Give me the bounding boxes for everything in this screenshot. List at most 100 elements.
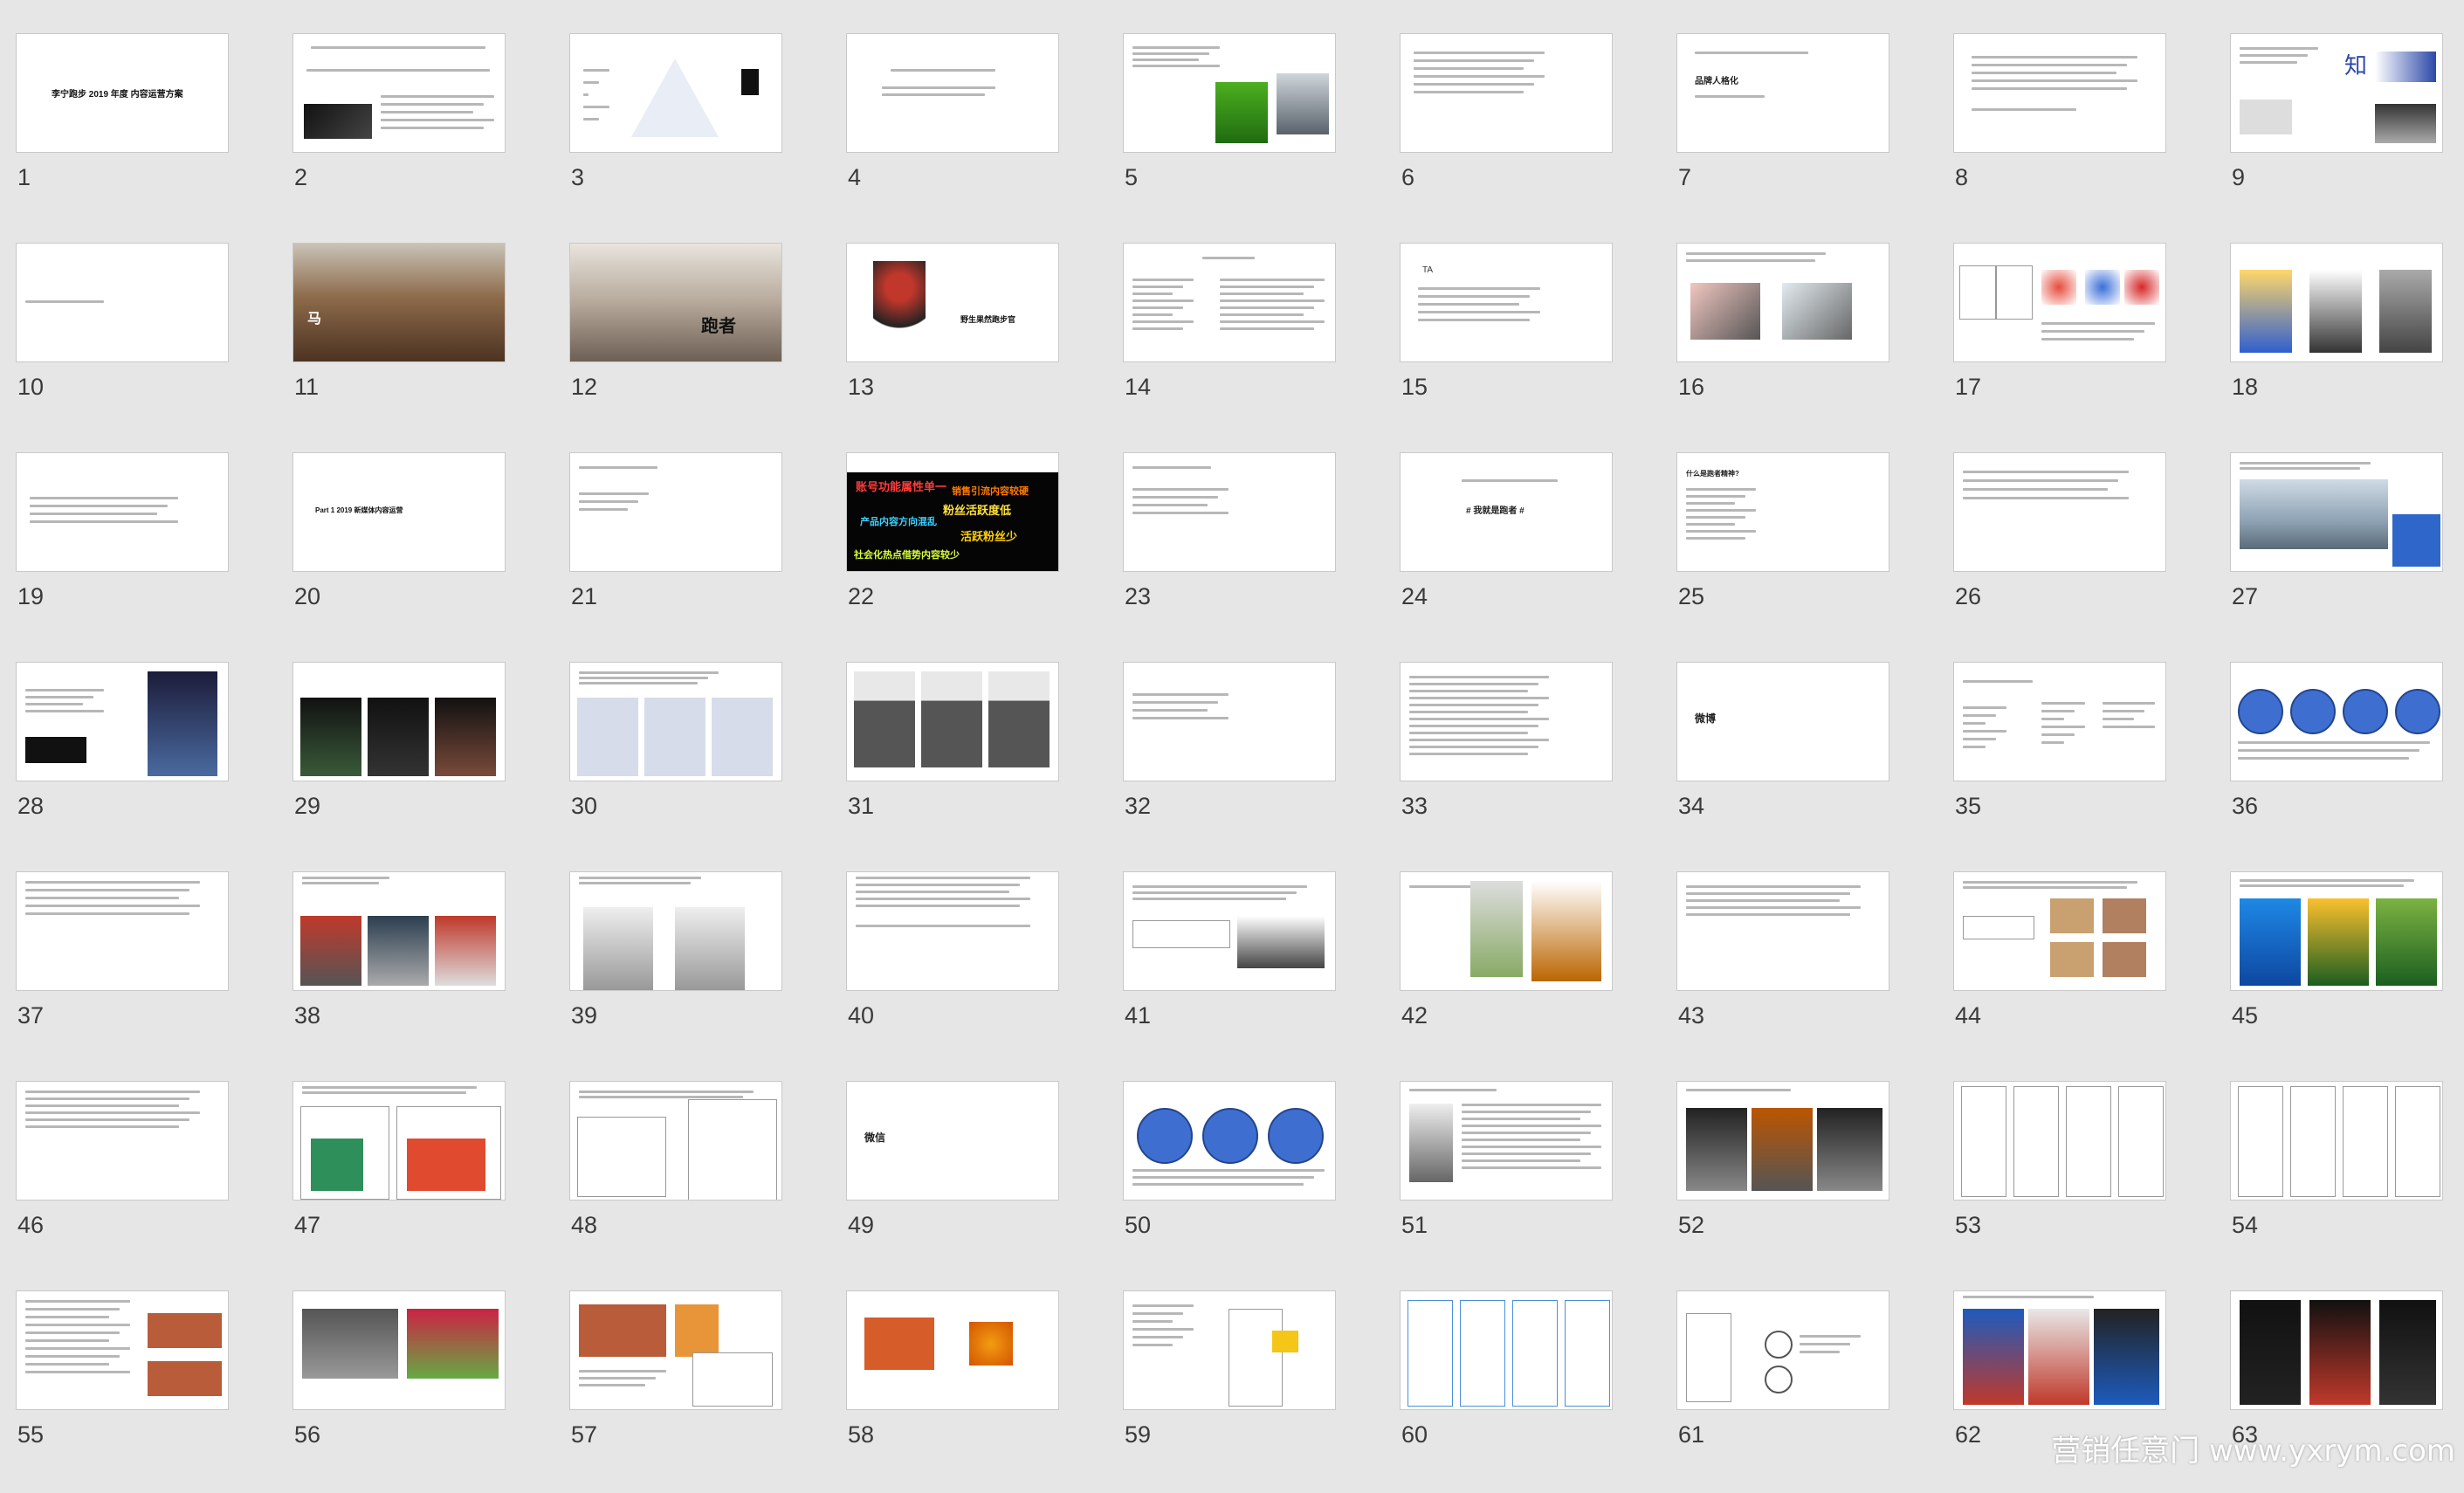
slide-thumbnail[interactable]: 44 xyxy=(1953,871,2168,1074)
slide-preview[interactable] xyxy=(293,33,506,153)
slide-preview[interactable] xyxy=(569,1081,782,1201)
slide-preview[interactable] xyxy=(1953,452,2166,572)
slide-thumbnail[interactable]: TA 15 xyxy=(1400,243,1614,445)
slide-preview[interactable] xyxy=(16,662,229,781)
slide-thumbnail[interactable]: 55 xyxy=(16,1290,231,1493)
slide-preview[interactable]: # 我就是跑者 # xyxy=(1400,452,1613,572)
slide-thumbnail[interactable]: 48 xyxy=(569,1081,784,1283)
slide-preview[interactable] xyxy=(1400,1290,1613,1410)
slide-preview[interactable] xyxy=(569,871,782,991)
slide-preview[interactable] xyxy=(16,243,229,362)
slide-preview[interactable] xyxy=(846,33,1059,153)
slide-thumbnail[interactable]: 18 xyxy=(2230,243,2445,445)
slide-thumbnail[interactable]: 31 xyxy=(846,662,1061,864)
slide-preview[interactable] xyxy=(16,452,229,572)
slide-thumbnail[interactable]: 14 xyxy=(1123,243,1338,445)
slide-thumbnail[interactable]: 46 xyxy=(16,1081,231,1283)
slide-thumbnail[interactable]: 什么是跑者精神? 25 xyxy=(1676,452,1891,655)
slide-preview[interactable] xyxy=(1953,871,2166,991)
slide-thumbnail[interactable]: 60 xyxy=(1400,1290,1614,1493)
slide-thumbnail[interactable]: 29 xyxy=(293,662,507,864)
slide-preview[interactable] xyxy=(1123,33,1336,153)
slide-preview[interactable] xyxy=(293,662,506,781)
slide-preview[interactable] xyxy=(16,1290,229,1410)
slide-preview[interactable] xyxy=(1123,1081,1336,1201)
slide-thumbnail[interactable]: 微信 49 xyxy=(846,1081,1061,1283)
slide-preview[interactable] xyxy=(1123,1290,1336,1410)
slide-thumbnail[interactable]: 16 xyxy=(1676,243,1891,445)
slide-preview[interactable]: 马 xyxy=(293,243,506,362)
slide-preview[interactable] xyxy=(2230,1290,2443,1410)
slide-preview[interactable] xyxy=(2230,243,2443,362)
slide-thumbnail[interactable]: 6 xyxy=(1400,33,1614,236)
slide-preview[interactable]: TA xyxy=(1400,243,1613,362)
slide-preview[interactable] xyxy=(2230,662,2443,781)
slide-thumbnail[interactable]: 17 xyxy=(1953,243,2168,445)
slide-preview[interactable] xyxy=(846,1290,1059,1410)
slide-thumbnail[interactable]: 42 xyxy=(1400,871,1614,1074)
slide-preview[interactable]: 什么是跑者精神? xyxy=(1676,452,1889,572)
slide-thumbnail[interactable]: 23 xyxy=(1123,452,1338,655)
slide-preview[interactable] xyxy=(293,1081,506,1201)
slide-preview[interactable] xyxy=(1953,33,2166,153)
slide-thumbnail[interactable]: 10 xyxy=(16,243,231,445)
slide-preview[interactable] xyxy=(1400,662,1613,781)
slide-preview[interactable] xyxy=(1123,243,1336,362)
slide-preview[interactable] xyxy=(569,1290,782,1410)
slide-thumbnail[interactable]: 知9 xyxy=(2230,33,2445,236)
slide-preview[interactable]: 跑者 xyxy=(569,243,782,362)
slide-thumbnail[interactable]: 45 xyxy=(2230,871,2445,1074)
slide-preview[interactable]: 品牌人格化 xyxy=(1676,33,1889,153)
slide-thumbnail[interactable]: 37 xyxy=(16,871,231,1074)
slide-preview[interactable] xyxy=(1953,1081,2166,1201)
slide-thumbnail[interactable]: 51 xyxy=(1400,1081,1614,1283)
slide-preview[interactable]: 知 xyxy=(2230,33,2443,153)
slide-thumbnail[interactable]: 40 xyxy=(846,871,1061,1074)
slide-thumbnail[interactable]: 39 xyxy=(569,871,784,1074)
slide-preview[interactable] xyxy=(1123,452,1336,572)
slide-thumbnail[interactable]: 野生果然跑步官 13 xyxy=(846,243,1061,445)
slide-preview[interactable] xyxy=(846,871,1059,991)
slide-preview[interactable] xyxy=(1676,1081,1889,1201)
slide-preview[interactable] xyxy=(1400,871,1613,991)
slide-thumbnail[interactable]: 2 xyxy=(293,33,507,236)
slide-thumbnail[interactable]: 35 xyxy=(1953,662,2168,864)
slide-preview[interactable] xyxy=(569,452,782,572)
slide-preview[interactable]: Part 1 2019 新媒体内容运营 xyxy=(293,452,506,572)
slide-thumbnail[interactable]: 50 xyxy=(1123,1081,1338,1283)
slide-preview[interactable] xyxy=(293,871,506,991)
slide-preview[interactable] xyxy=(569,662,782,781)
slide-thumbnail[interactable]: 8 xyxy=(1953,33,2168,236)
slide-thumbnail[interactable]: 52 xyxy=(1676,1081,1891,1283)
slide-thumbnail[interactable]: 马 11 xyxy=(293,243,507,445)
slide-thumbnail[interactable]: 36 xyxy=(2230,662,2445,864)
slide-thumbnail[interactable]: 38 xyxy=(293,871,507,1074)
slide-preview[interactable] xyxy=(1123,662,1336,781)
slide-thumbnail[interactable]: 41 xyxy=(1123,871,1338,1074)
slide-thumbnail[interactable]: 3 xyxy=(569,33,784,236)
slide-preview[interactable] xyxy=(1400,1081,1613,1201)
slide-thumbnail[interactable]: 26 xyxy=(1953,452,2168,655)
slide-thumbnail[interactable]: 43 xyxy=(1676,871,1891,1074)
slide-thumbnail[interactable]: 19 xyxy=(16,452,231,655)
slide-thumbnail[interactable]: # 我就是跑者 # 24 xyxy=(1400,452,1614,655)
slide-thumbnail[interactable]: 32 xyxy=(1123,662,1338,864)
slide-thumbnail[interactable]: 21 xyxy=(569,452,784,655)
slide-preview[interactable] xyxy=(2230,452,2443,572)
slide-thumbnail[interactable]: 54 xyxy=(2230,1081,2445,1283)
slide-preview[interactable] xyxy=(569,33,782,153)
slide-thumbnail[interactable]: Part 1 2019 新媒体内容运营 20 xyxy=(293,452,507,655)
slide-thumbnail[interactable]: 61 xyxy=(1676,1290,1891,1493)
slide-thumbnail[interactable]: 品牌人格化 7 xyxy=(1676,33,1891,236)
slide-preview[interactable] xyxy=(2230,871,2443,991)
slide-preview[interactable] xyxy=(1676,871,1889,991)
slide-preview[interactable] xyxy=(2230,1081,2443,1201)
slide-preview[interactable] xyxy=(1676,243,1889,362)
slide-preview[interactable] xyxy=(1953,662,2166,781)
slide-preview[interactable] xyxy=(16,871,229,991)
slide-thumbnail[interactable]: 微博 34 xyxy=(1676,662,1891,864)
slide-preview[interactable] xyxy=(1123,871,1336,991)
slide-preview[interactable]: 李宁跑步 2019 年度 内容运营方案 xyxy=(16,33,229,153)
slide-thumbnail[interactable]: 33 xyxy=(1400,662,1614,864)
slide-preview[interactable]: 野生果然跑步官 xyxy=(846,243,1059,362)
